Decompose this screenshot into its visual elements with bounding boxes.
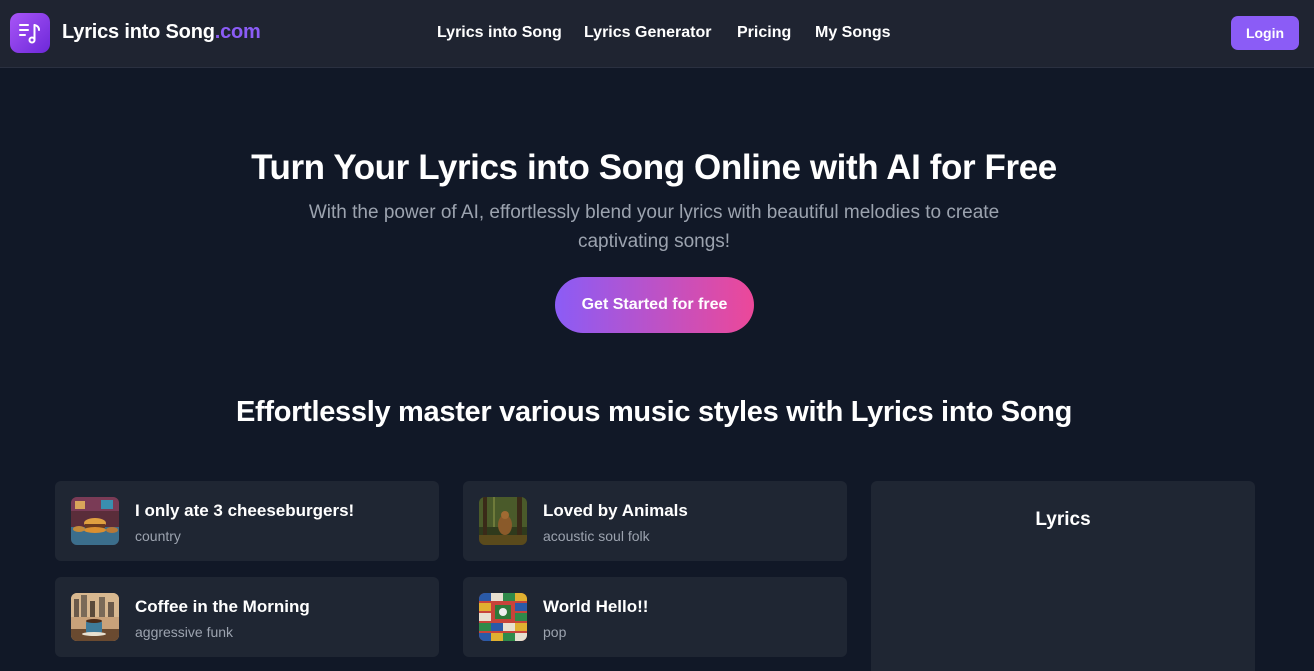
nav-pricing[interactable]: Pricing — [737, 24, 791, 42]
brand-name[interactable]: Lyrics into Song.com — [62, 21, 261, 44]
top-navbar: Lyrics into Song.com Lyrics into Song Ly… — [0, 0, 1314, 68]
coffee-cityscape-thumbnail — [71, 593, 119, 641]
hero-subtitle: With the power of AI, effortlessly blend… — [308, 202, 1000, 252]
styles-section-title: Effortlessly master various music styles… — [235, 396, 1073, 428]
song-genre: country — [135, 528, 181, 544]
song-card[interactable]: Loved by Animals acoustic soul folk — [463, 481, 847, 561]
song-card[interactable]: Coffee in the Morning aggressive funk — [55, 577, 439, 657]
song-title: Coffee in the Morning — [135, 597, 310, 616]
song-title: I only ate 3 cheeseburgers! — [135, 501, 355, 520]
lyrics-panel-title: Lyrics — [1035, 509, 1091, 530]
login-button[interactable]: Login — [1231, 16, 1299, 50]
world-flags-thumbnail — [479, 593, 527, 641]
song-card[interactable]: World Hello!! pop — [463, 577, 847, 657]
forest-animal-thumbnail — [479, 497, 527, 545]
lyrics-panel: Lyrics — [871, 481, 1255, 671]
music-note-list-icon[interactable] — [10, 13, 50, 53]
hero-title: Turn Your Lyrics into Song Online with A… — [251, 148, 1057, 187]
song-genre: acoustic soul folk — [543, 528, 650, 544]
nav-lyrics-into-song[interactable]: Lyrics into Song — [437, 24, 562, 42]
brand-main: Lyrics into Song — [62, 21, 215, 43]
song-title: World Hello!! — [543, 597, 649, 616]
song-card[interactable]: I only ate 3 cheeseburgers! country — [55, 481, 439, 561]
nav-my-songs[interactable]: My Songs — [815, 24, 891, 42]
song-genre: pop — [543, 624, 567, 640]
get-started-button[interactable]: Get Started for free — [555, 277, 754, 333]
brand-suffix: .com — [214, 21, 261, 43]
song-genre: aggressive funk — [135, 624, 234, 640]
song-title: Loved by Animals — [543, 501, 688, 520]
nav-lyrics-generator[interactable]: Lyrics Generator — [584, 24, 711, 42]
cheeseburger-diner-thumbnail — [71, 497, 119, 545]
